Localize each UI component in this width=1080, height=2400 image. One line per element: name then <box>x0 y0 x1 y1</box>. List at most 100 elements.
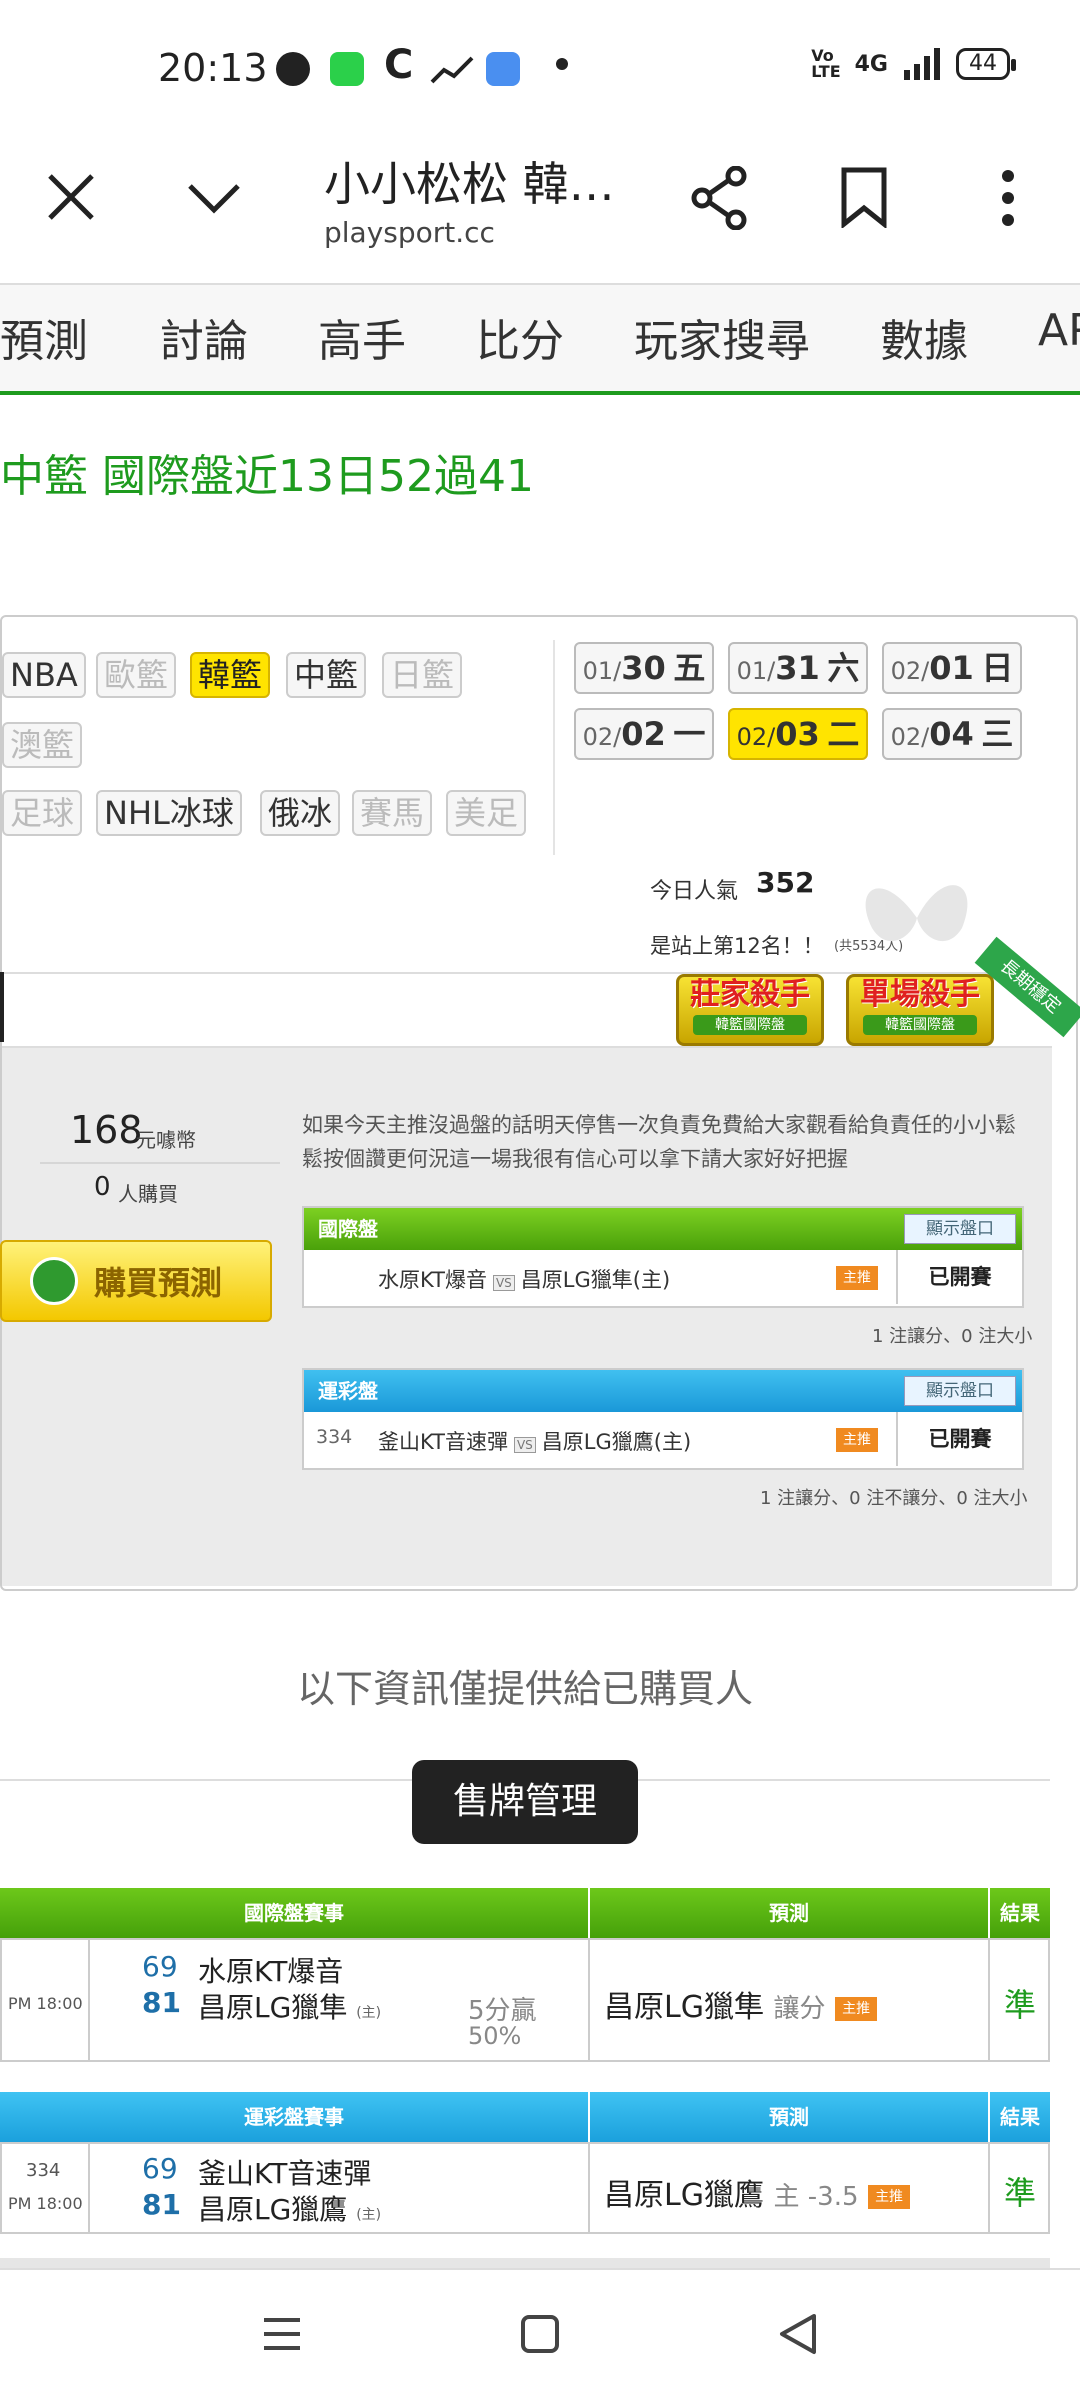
league-tag-euro[interactable]: 歐籃 <box>96 652 177 698</box>
bookmark-icon[interactable] <box>840 166 888 228</box>
chevron-down-icon[interactable] <box>186 180 242 214</box>
lottery-table-header-event: 運彩盤賽事 <box>0 2092 588 2142</box>
league-tag-australia[interactable]: 澳籃 <box>2 722 83 768</box>
popularity-label: 今日人氣 <box>650 879 739 904</box>
lottery-odds-box: 運彩盤 顯示盤口 334 釜山KT音速彈 VS 昌原LG獵鷹(主) 主推 已開賽 <box>302 1368 1024 1470</box>
divider <box>88 2142 90 2234</box>
show-odds-button[interactable]: 顯示盤口 <box>904 1376 1016 1406</box>
divider <box>0 2258 1050 2268</box>
league-tag-nhl[interactable]: NHL冰球 <box>96 790 242 836</box>
share-icon[interactable] <box>690 166 750 230</box>
sales-manage-button[interactable]: 售牌管理 <box>412 1760 638 1844</box>
show-odds-button[interactable]: 顯示盤口 <box>904 1214 1016 1244</box>
nav-item-experts[interactable]: 高手 <box>318 305 406 369</box>
lottery-matchup: 釜山KT音速彈 VS 昌原LG獵鷹(主) <box>378 1430 692 1454</box>
predicted-team: 昌原LG獵鷹 主 -3.5 主推 <box>604 2170 911 2214</box>
vs-icon: VS <box>492 1275 515 1291</box>
volte-icon: Vo LTE <box>811 46 841 81</box>
recent-apps-icon[interactable] <box>262 2314 302 2354</box>
popularity-value: 352 <box>756 866 815 899</box>
nav-item-stats[interactable]: 數據 <box>880 305 968 369</box>
close-icon[interactable] <box>46 172 96 222</box>
gallery-app-icon <box>486 52 520 86</box>
league-tag-japan[interactable]: 日籃 <box>382 652 463 698</box>
buyer-count: 0 <box>94 1172 111 1202</box>
away-team: 釜山KT音速彈 <box>198 2157 372 2190</box>
back-icon[interactable] <box>778 2312 818 2356</box>
nav-item-player-search[interactable]: 玩家搜尋 <box>634 305 810 369</box>
price-unit: 元噱幣 <box>136 1128 196 1152</box>
divider <box>553 640 555 855</box>
league-tag-khl[interactable]: 俄冰 <box>260 790 341 836</box>
date-0202[interactable]: 02/02 一 <box>574 708 714 760</box>
coin-icon <box>30 1257 78 1305</box>
handicap-percent: 50% <box>468 2022 522 2050</box>
game-number: 334 <box>26 2160 61 2181</box>
date-0130[interactable]: 01/30 五 <box>574 642 714 694</box>
home-team: 昌原LG獵鷹 (主) <box>198 2193 382 2226</box>
league-tag-nfl[interactable]: 美足 <box>446 790 527 836</box>
rank-text: 是站上第12名！！ <box>650 934 824 958</box>
date-0201[interactable]: 02/01 日 <box>882 642 1022 694</box>
main-pick-tag: 主推 <box>868 2184 911 2209</box>
main-pick-tag: 主推 <box>835 1996 878 2021</box>
league-tag-cba[interactable]: 中籃 <box>286 652 367 698</box>
site-nav: 預測 討論 高手 比分 玩家搜尋 數據 AP <box>0 283 1080 395</box>
lottery-table-header-result: 結果 <box>990 2092 1050 2142</box>
intl-box-title: 國際盤 <box>318 1217 378 1241</box>
divider <box>988 2142 990 2234</box>
network-label: 4G <box>854 51 888 77</box>
home-icon[interactable] <box>520 2314 560 2354</box>
result-correct: 準 <box>1004 2174 1037 2212</box>
nav-item-discuss[interactable]: 討論 <box>160 305 248 369</box>
main-pick-tag: 主推 <box>836 1266 878 1290</box>
lottery-table-header-prediction: 預測 <box>590 2092 988 2142</box>
predicted-team: 昌原LG獵隼 讓分 主推 <box>604 1982 878 2026</box>
vs-icon: VS <box>513 1437 536 1453</box>
more-menu-icon[interactable] <box>996 168 1020 228</box>
main-pick-tag: 主推 <box>836 1428 878 1452</box>
text-cursor <box>0 972 4 1042</box>
divider <box>588 2142 590 2234</box>
league-tag-horse[interactable]: 賽馬 <box>352 790 433 836</box>
date-0204[interactable]: 02/04 三 <box>882 708 1022 760</box>
divider <box>40 1162 280 1164</box>
league-tag-nba[interactable]: NBA <box>2 652 86 698</box>
green-app-icon <box>330 52 364 86</box>
headline: 中籃 國際盤近13日52過41 <box>0 451 534 502</box>
game-time: PM 18:00 <box>8 2194 83 2213</box>
intl-odds-box: 國際盤 顯示盤口 水原KT爆音 VS 昌原LG獵隼(主) 主推 已開賽 <box>302 1206 1024 1308</box>
banker-killer-badge: 莊家殺手 韓籃國際盤 <box>676 974 824 1046</box>
away-score: 69 <box>142 2152 178 2185</box>
page-url[interactable]: playsport.cc <box>324 216 495 249</box>
nav-item-app[interactable]: AP <box>1038 305 1080 356</box>
league-tag-korea[interactable]: 韓籃 <box>190 652 271 698</box>
game-status: 已開賽 <box>896 1250 1022 1304</box>
result-correct: 準 <box>1004 1986 1037 2024</box>
divider <box>588 1938 590 2062</box>
price-value: 168 <box>70 1108 143 1152</box>
date-0131[interactable]: 01/31 六 <box>728 642 868 694</box>
status-time: 20:13 <box>158 46 268 90</box>
nav-item-scores[interactable]: 比分 <box>476 305 564 369</box>
home-team: 昌原LG獵隼 (主) <box>198 1991 382 2024</box>
home-score: 81 <box>142 2188 181 2221</box>
page-title[interactable]: 小小松松 韓… <box>324 148 615 214</box>
date-0203[interactable]: 02/03 二 <box>728 708 868 760</box>
intl-matchup: 水原KT爆音 VS 昌原LG獵隼(主) <box>378 1268 671 1292</box>
seller-description: 如果今天主推沒過盤的話明天停售一次負責免費給大家觀看給負責任的小小鬆鬆按個讚更何… <box>302 1113 1016 1171</box>
game-number: 334 <box>316 1426 353 1448</box>
divider <box>988 1938 990 2062</box>
away-team: 水原KT爆音 <box>198 1955 344 1988</box>
league-tag-soccer[interactable]: 足球 <box>2 790 83 836</box>
buy-prediction-label[interactable]: 購買預測 <box>94 1258 222 1304</box>
signal-chart-icon <box>430 56 474 84</box>
buyer-unit: 人購買 <box>118 1182 178 1206</box>
cell-signal-icon <box>904 48 940 80</box>
game-time: PM 18:00 <box>8 1994 83 2013</box>
away-score: 69 <box>142 1950 178 1983</box>
nav-item-predict[interactable]: 預測 <box>0 305 88 369</box>
intl-table-header-event: 國際盤賽事 <box>0 1888 588 1938</box>
home-score: 81 <box>142 1986 181 2019</box>
intl-bet-note: 1 注讓分、0 注大小 <box>872 1326 1033 1347</box>
